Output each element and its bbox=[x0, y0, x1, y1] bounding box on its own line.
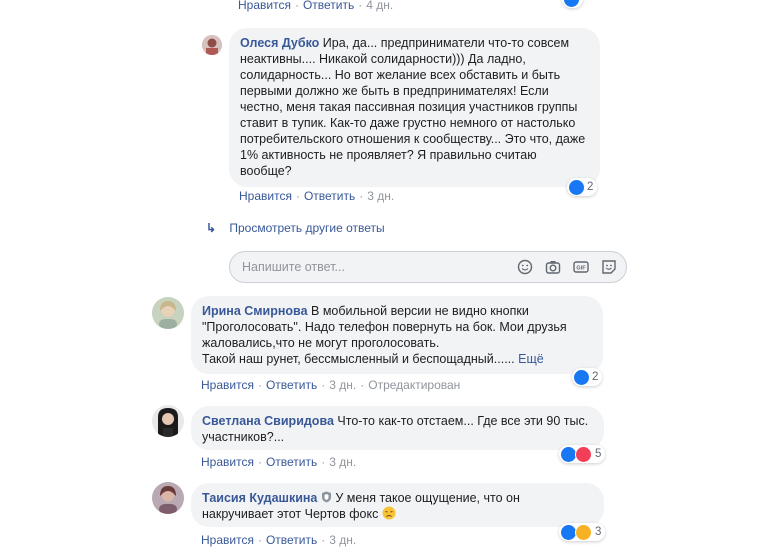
comment-author[interactable]: Таисия Кудашкина bbox=[202, 491, 317, 505]
like-icon bbox=[574, 369, 589, 385]
reaction-count[interactable]: 5 bbox=[559, 445, 606, 463]
reaction-count[interactable] bbox=[562, 0, 583, 8]
reply-link[interactable]: Ответить bbox=[266, 378, 317, 392]
sad-icon bbox=[575, 523, 592, 541]
like-icon bbox=[564, 0, 579, 7]
like-link[interactable]: Нравится bbox=[201, 455, 254, 469]
comment-text-continued: Такой наш рунет, бессмысленный и беспоща… bbox=[202, 352, 515, 366]
avatar[interactable] bbox=[152, 405, 184, 437]
timestamp[interactable]: 3 дн. bbox=[329, 533, 356, 547]
view-more-label: Просмотреть другие ответы bbox=[229, 221, 385, 235]
emoji-icon[interactable] bbox=[517, 259, 533, 275]
reaction-number: 3 bbox=[595, 526, 602, 538]
avatar-image bbox=[152, 482, 184, 514]
like-link[interactable]: Нравится bbox=[201, 378, 254, 392]
like-icon bbox=[561, 446, 576, 462]
comment-bubble: Таисия Кудашкина У меня такое ощущение, … bbox=[191, 483, 604, 527]
comment-bubble: Светлана Свиридова Что-то как-то отстаем… bbox=[191, 406, 604, 450]
reaction-count[interactable]: 2 bbox=[567, 178, 598, 196]
comment-actions: Нравится · Ответить · 3 дн. bbox=[201, 533, 357, 547]
comment-actions: Нравится · Ответить · 3 дн. bbox=[239, 189, 395, 203]
edited-label[interactable]: Отредактирован bbox=[368, 378, 460, 392]
like-icon bbox=[561, 524, 576, 540]
comment-text: Ира, да... предприниматели что-то совсем… bbox=[240, 36, 586, 178]
comment-bubble: Ирина Смирнова В мобильной версии не вид… bbox=[191, 296, 603, 374]
reply-arrow-icon: ↳ bbox=[206, 221, 217, 235]
love-icon bbox=[575, 445, 592, 463]
gif-icon[interactable]: GIF bbox=[573, 259, 589, 275]
like-link[interactable]: Нравится bbox=[238, 0, 291, 12]
comment-bubble: Олеся Дубко Ира, да... предприниматели ч… bbox=[229, 28, 600, 187]
timestamp[interactable]: 4 дн. bbox=[366, 0, 393, 12]
avatar[interactable] bbox=[152, 482, 184, 514]
camera-icon[interactable] bbox=[545, 259, 561, 275]
reply-box: GIF bbox=[229, 251, 627, 283]
moderator-shield-icon bbox=[321, 491, 331, 503]
reaction-count[interactable]: 3 bbox=[559, 523, 606, 541]
comment-actions: Нравится · Ответить · 3 дн. · Отредактирован bbox=[201, 378, 461, 392]
reaction-number: 2 bbox=[592, 371, 599, 383]
like-link[interactable]: Нравится bbox=[239, 189, 292, 203]
avatar-image bbox=[152, 297, 184, 329]
timestamp[interactable]: 3 дн. bbox=[329, 378, 356, 392]
timestamp[interactable]: 3 дн. bbox=[329, 455, 356, 469]
reaction-count[interactable]: 2 bbox=[572, 368, 603, 386]
see-more-link[interactable]: Ещё bbox=[518, 352, 544, 366]
comment-actions: Нравится · Ответить · 3 дн. bbox=[201, 455, 357, 469]
avatar-image bbox=[152, 405, 184, 437]
reply-link[interactable]: Ответить bbox=[266, 455, 317, 469]
avatar[interactable] bbox=[202, 35, 222, 55]
reply-link[interactable]: Ответить bbox=[303, 0, 354, 12]
svg-text:GIF: GIF bbox=[576, 266, 586, 272]
reply-input[interactable] bbox=[240, 259, 504, 275]
reaction-number: 2 bbox=[587, 181, 594, 193]
reply-link[interactable]: Ответить bbox=[304, 189, 355, 203]
timestamp[interactable]: 3 дн. bbox=[367, 189, 394, 203]
comment-author[interactable]: Олеся Дубко bbox=[240, 36, 319, 50]
avatar-image bbox=[202, 35, 222, 55]
comment-author[interactable]: Ирина Смирнова bbox=[202, 304, 308, 318]
comment-author[interactable]: Светлана Свиридова bbox=[202, 414, 334, 428]
like-link[interactable]: Нравится bbox=[201, 533, 254, 547]
sticker-icon[interactable] bbox=[601, 259, 617, 275]
disappointed-emoji-icon bbox=[382, 506, 396, 520]
avatar[interactable] bbox=[152, 297, 184, 329]
reply-link[interactable]: Ответить bbox=[266, 533, 317, 547]
top-comment-actions: Нравится · Ответить · 4 дн. bbox=[238, 0, 394, 12]
reaction-number: 5 bbox=[595, 448, 602, 460]
view-more-replies[interactable]: ↳ Просмотреть другие ответы bbox=[206, 221, 385, 235]
like-icon bbox=[569, 179, 584, 195]
